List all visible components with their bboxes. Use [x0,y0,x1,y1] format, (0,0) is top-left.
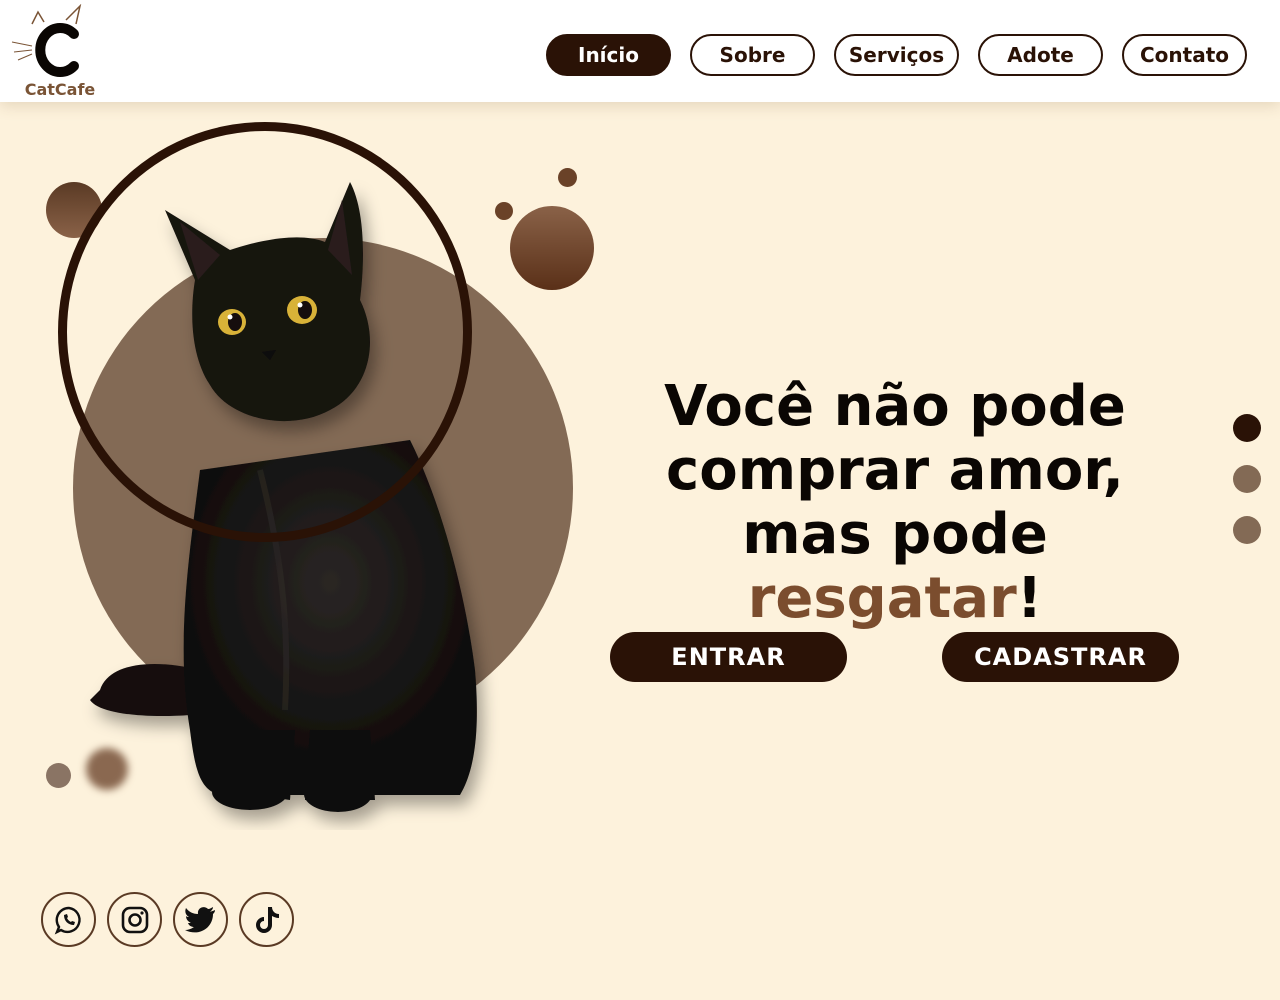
register-button[interactable]: CADASTRAR [942,632,1179,682]
decor-circle [510,206,594,290]
carousel-dot-3[interactable] [1233,516,1261,544]
headline-end: ! [1016,566,1043,631]
headline-accent: resgatar [747,566,1017,631]
whatsapp-link[interactable] [41,892,96,947]
decor-dot [46,763,71,788]
headline-text: Você não pode comprar amor, mas pode [664,374,1126,567]
carousel-dot-2[interactable] [1233,465,1261,493]
tiktok-icon [255,906,279,933]
twitter-icon [184,906,215,932]
site-logo[interactable]: CatCafe [10,3,100,99]
instagram-link[interactable] [107,892,162,947]
whatsapp-icon [54,906,81,934]
decor-dot [558,168,577,187]
nav-adote[interactable]: Adote [978,34,1103,76]
tiktok-link[interactable] [239,892,294,947]
nav-inicio[interactable]: Início [546,34,671,76]
instagram-icon [121,906,148,933]
enter-button[interactable]: ENTRAR [610,632,847,682]
carousel-dot-1[interactable] [1233,414,1261,442]
site-header: CatCafe Início Sobre Serviços Adote Cont… [0,0,1280,102]
twitter-link[interactable] [173,892,228,947]
hero-headline: Você não pode comprar amor, mas pode res… [600,375,1190,631]
nav-sobre[interactable]: Sobre [690,34,815,76]
nav-contato[interactable]: Contato [1122,34,1247,76]
nav-servicos[interactable]: Serviços [834,34,959,76]
brand-name: CatCafe [24,80,96,99]
hero-ring [58,122,472,542]
